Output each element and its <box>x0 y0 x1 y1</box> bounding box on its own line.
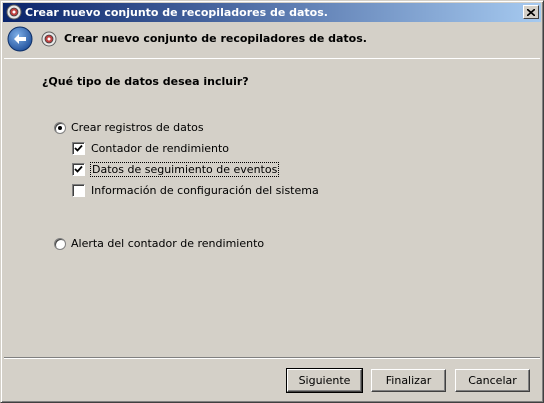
checkbox-perf-counter[interactable]: Contador de rendimiento <box>72 142 229 155</box>
radio-button-selected[interactable] <box>54 121 66 134</box>
radio-perf-alert[interactable]: Alerta del contador de rendimiento <box>54 237 264 250</box>
question-heading: ¿Qué tipo de datos desea incluir? <box>42 75 249 88</box>
checkbox-sys-config[interactable]: Información de configuración del sistema <box>72 184 319 197</box>
wizard-header: Crear nuevo conjunto de recopiladores de… <box>3 22 541 56</box>
title-bar[interactable]: Crear nuevo conjunto de recopiladores de… <box>3 3 541 22</box>
cancel-button[interactable]: Cancelar <box>455 369 530 392</box>
finish-button[interactable]: Finalizar <box>371 369 446 392</box>
checkbox-checked[interactable] <box>72 142 85 155</box>
wizard-window: Crear nuevo conjunto de recopiladores de… <box>0 0 544 403</box>
close-icon <box>527 8 535 16</box>
wizard-content: ¿Qué tipo de datos desea incluir? Crear … <box>4 58 540 358</box>
back-arrow-icon[interactable] <box>7 26 33 52</box>
checkbox-unchecked[interactable] <box>72 184 85 197</box>
checkbox-event-trace[interactable]: Datos de seguimiento de eventos <box>72 162 280 177</box>
radio-label-perf-alert: Alerta del contador de rendimiento <box>71 237 265 250</box>
checkmark-icon <box>74 144 83 152</box>
perfmon-icon <box>41 31 57 47</box>
checkbox-label-perf-counter: Contador de rendimiento <box>91 142 230 155</box>
window-title: Crear nuevo conjunto de recopiladores de… <box>25 6 328 19</box>
checkbox-label-event-trace: Datos de seguimiento de eventos <box>89 162 280 177</box>
radio-label-create-logs: Crear registros de datos <box>71 121 204 134</box>
radio-button-unselected[interactable] <box>54 237 66 250</box>
checkbox-label-sys-config: Información de configuración del sistema <box>91 184 319 197</box>
wizard-title: Crear nuevo conjunto de recopiladores de… <box>64 32 367 45</box>
close-button[interactable] <box>523 5 539 19</box>
checkbox-checked[interactable] <box>72 163 85 176</box>
radio-create-logs[interactable]: Crear registros de datos <box>54 121 204 134</box>
checkmark-icon <box>74 165 83 173</box>
perfmon-icon <box>6 4 22 20</box>
footer-divider <box>4 358 540 359</box>
next-button[interactable]: Siguiente <box>286 368 363 393</box>
